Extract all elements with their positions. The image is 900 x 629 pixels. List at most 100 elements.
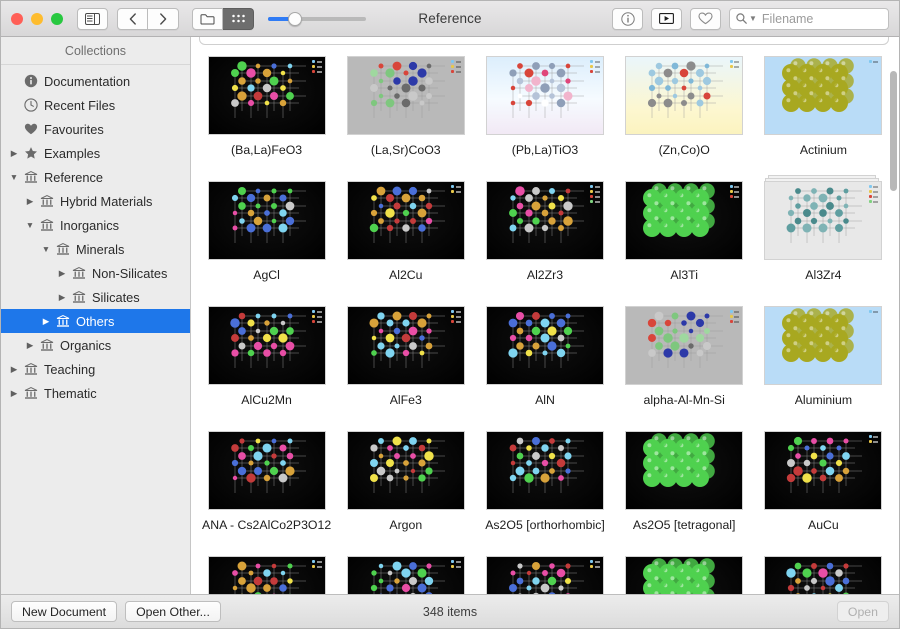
grid-item[interactable]: As2O5 [tetragonal]: [615, 426, 754, 551]
sidebar-item-inorganics[interactable]: ▼ Inorganics: [1, 213, 190, 237]
close-button[interactable]: [11, 12, 23, 25]
sidebar-item-teaching[interactable]: ▶ Teaching: [1, 357, 190, 381]
disclosure-collapsed-icon[interactable]: ▶: [7, 364, 21, 375]
sidebar-item-examples[interactable]: ▶ Examples: [1, 141, 190, 165]
sidebar-item-recent-files[interactable]: Recent Files: [1, 93, 190, 117]
thumbnail-wrapper[interactable]: [763, 175, 883, 261]
disclosure-collapsed-icon[interactable]: ▶: [23, 340, 37, 351]
disclosure-expanded-icon[interactable]: ▼: [23, 220, 37, 230]
thumbnail-wrapper[interactable]: [346, 430, 466, 511]
thumbnail-badges: [451, 185, 461, 193]
folder-view-button[interactable]: [192, 7, 223, 30]
forward-button[interactable]: [148, 7, 179, 30]
slider-knob[interactable]: [288, 11, 302, 26]
sidebar-item-favourites[interactable]: Favourites: [1, 117, 190, 141]
thumbnail-size-slider[interactable]: [268, 8, 366, 30]
sidebar-toggle-icon[interactable]: [77, 7, 108, 30]
minimize-button[interactable]: [31, 12, 43, 25]
thumbnail-wrapper[interactable]: [346, 180, 466, 261]
grid-item-label: (Pb,La)TiO3: [511, 143, 579, 157]
disclosure-collapsed-icon[interactable]: ▶: [7, 388, 21, 399]
grid-item[interactable]: [336, 551, 475, 594]
grid-item[interactable]: ANA - Cs2AlCo2P3O12: [197, 426, 336, 551]
sidebar-item-others[interactable]: ▶ Others: [1, 309, 190, 333]
sidebar-item-minerals[interactable]: ▼ Minerals: [1, 237, 190, 261]
back-button[interactable]: [117, 7, 148, 30]
grid-item[interactable]: AlN: [475, 301, 614, 426]
badge-indicator: [868, 195, 879, 198]
filter-bar[interactable]: [199, 37, 889, 45]
new-document-button[interactable]: New Document: [11, 601, 118, 622]
disclosure-expanded-icon[interactable]: ▼: [39, 244, 53, 254]
grid-item[interactable]: (La,Sr)CoO3: [336, 51, 475, 176]
scrollbar-thumb[interactable]: [890, 71, 897, 191]
chevron-down-icon[interactable]: ▼: [749, 14, 757, 23]
grid-item[interactable]: [754, 551, 893, 594]
grid-item[interactable]: As2O5 [orthorhombic]: [475, 426, 614, 551]
thumbnail-wrapper[interactable]: [763, 430, 883, 511]
thumbnail-wrapper[interactable]: [485, 180, 605, 261]
grid-item[interactable]: (Pb,La)TiO3: [475, 51, 614, 176]
thumbnail-wrapper[interactable]: [207, 305, 327, 386]
grid-item[interactable]: (Ba,La)FeO3: [197, 51, 336, 176]
thumbnail-wrapper[interactable]: [485, 55, 605, 136]
open-other-button[interactable]: Open Other...: [125, 601, 221, 622]
thumbnail-wrapper[interactable]: [624, 305, 744, 386]
thumbnail-wrapper[interactable]: [346, 55, 466, 136]
vertical-scrollbar[interactable]: [890, 71, 897, 590]
grid-item[interactable]: Argon: [336, 426, 475, 551]
thumbnail-wrapper[interactable]: [763, 305, 883, 386]
thumbnail-wrapper[interactable]: [763, 555, 883, 594]
grid-item[interactable]: AgCl: [197, 176, 336, 301]
disclosure-collapsed-icon[interactable]: ▶: [55, 268, 69, 279]
grid-item[interactable]: alpha-Al-Mn-Si: [615, 301, 754, 426]
thumbnail-wrapper[interactable]: [624, 555, 744, 594]
play-button[interactable]: [651, 7, 682, 30]
sidebar-item-silicates[interactable]: ▶ Silicates: [1, 285, 190, 309]
grid-item[interactable]: [197, 551, 336, 594]
thumbnail-wrapper[interactable]: [624, 430, 744, 511]
search-input[interactable]: ▼ Filename: [729, 7, 889, 30]
sidebar-item-hybrid-materials[interactable]: ▶ Hybrid Materials: [1, 189, 190, 213]
grid-item[interactable]: (Zn,Co)O: [615, 51, 754, 176]
info-button[interactable]: [612, 7, 643, 30]
grid-scroll-region[interactable]: (Ba,La)FeO3 (La,Sr)CoO3 (Pb,La)TiO3 (Zn,Co)…: [191, 37, 899, 594]
favourite-button[interactable]: [690, 7, 721, 30]
disclosure-collapsed-icon[interactable]: ▶: [55, 292, 69, 303]
open-button[interactable]: Open: [836, 601, 889, 622]
thumbnail-wrapper[interactable]: [346, 305, 466, 386]
thumbnail-wrapper[interactable]: [207, 180, 327, 261]
sidebar-item-reference[interactable]: ▼ Reference: [1, 165, 190, 189]
thumbnail-wrapper[interactable]: [485, 430, 605, 511]
grid-item[interactable]: AlCu2Mn: [197, 301, 336, 426]
disclosure-collapsed-icon[interactable]: ▶: [7, 148, 21, 159]
thumbnail-wrapper[interactable]: [624, 180, 744, 261]
thumbnail-wrapper[interactable]: [207, 430, 327, 511]
zoom-button[interactable]: [51, 12, 63, 25]
grid-item[interactable]: Actinium: [754, 51, 893, 176]
thumbnail-wrapper[interactable]: [207, 55, 327, 136]
grid-item[interactable]: Al2Cu: [336, 176, 475, 301]
grid-item[interactable]: Aluminium: [754, 301, 893, 426]
grid-item[interactable]: AlFe3: [336, 301, 475, 426]
thumbnail-wrapper[interactable]: [485, 305, 605, 386]
grid-item[interactable]: Al3Zr4: [754, 175, 893, 301]
disclosure-collapsed-icon[interactable]: ▶: [23, 196, 37, 207]
grid-item[interactable]: Al2Zr3: [475, 176, 614, 301]
grid-item[interactable]: Al3Ti: [615, 176, 754, 301]
grid-item[interactable]: [475, 551, 614, 594]
thumbnail-wrapper[interactable]: [763, 55, 883, 136]
thumbnail-wrapper[interactable]: [346, 555, 466, 594]
disclosure-collapsed-icon[interactable]: ▶: [39, 316, 53, 327]
grid-view-button[interactable]: [223, 7, 254, 30]
sidebar-item-organics[interactable]: ▶ Organics: [1, 333, 190, 357]
thumbnail-wrapper[interactable]: [207, 555, 327, 594]
thumbnail-wrapper[interactable]: [624, 55, 744, 136]
grid-item[interactable]: AuCu: [754, 426, 893, 551]
grid-item[interactable]: [615, 551, 754, 594]
sidebar-item-documentation[interactable]: Documentation: [1, 69, 190, 93]
thumbnail-wrapper[interactable]: [485, 555, 605, 594]
disclosure-expanded-icon[interactable]: ▼: [7, 172, 21, 182]
sidebar-item-non-silicates[interactable]: ▶ Non-Silicates: [1, 261, 190, 285]
sidebar-item-thematic[interactable]: ▶ Thematic: [1, 381, 190, 405]
